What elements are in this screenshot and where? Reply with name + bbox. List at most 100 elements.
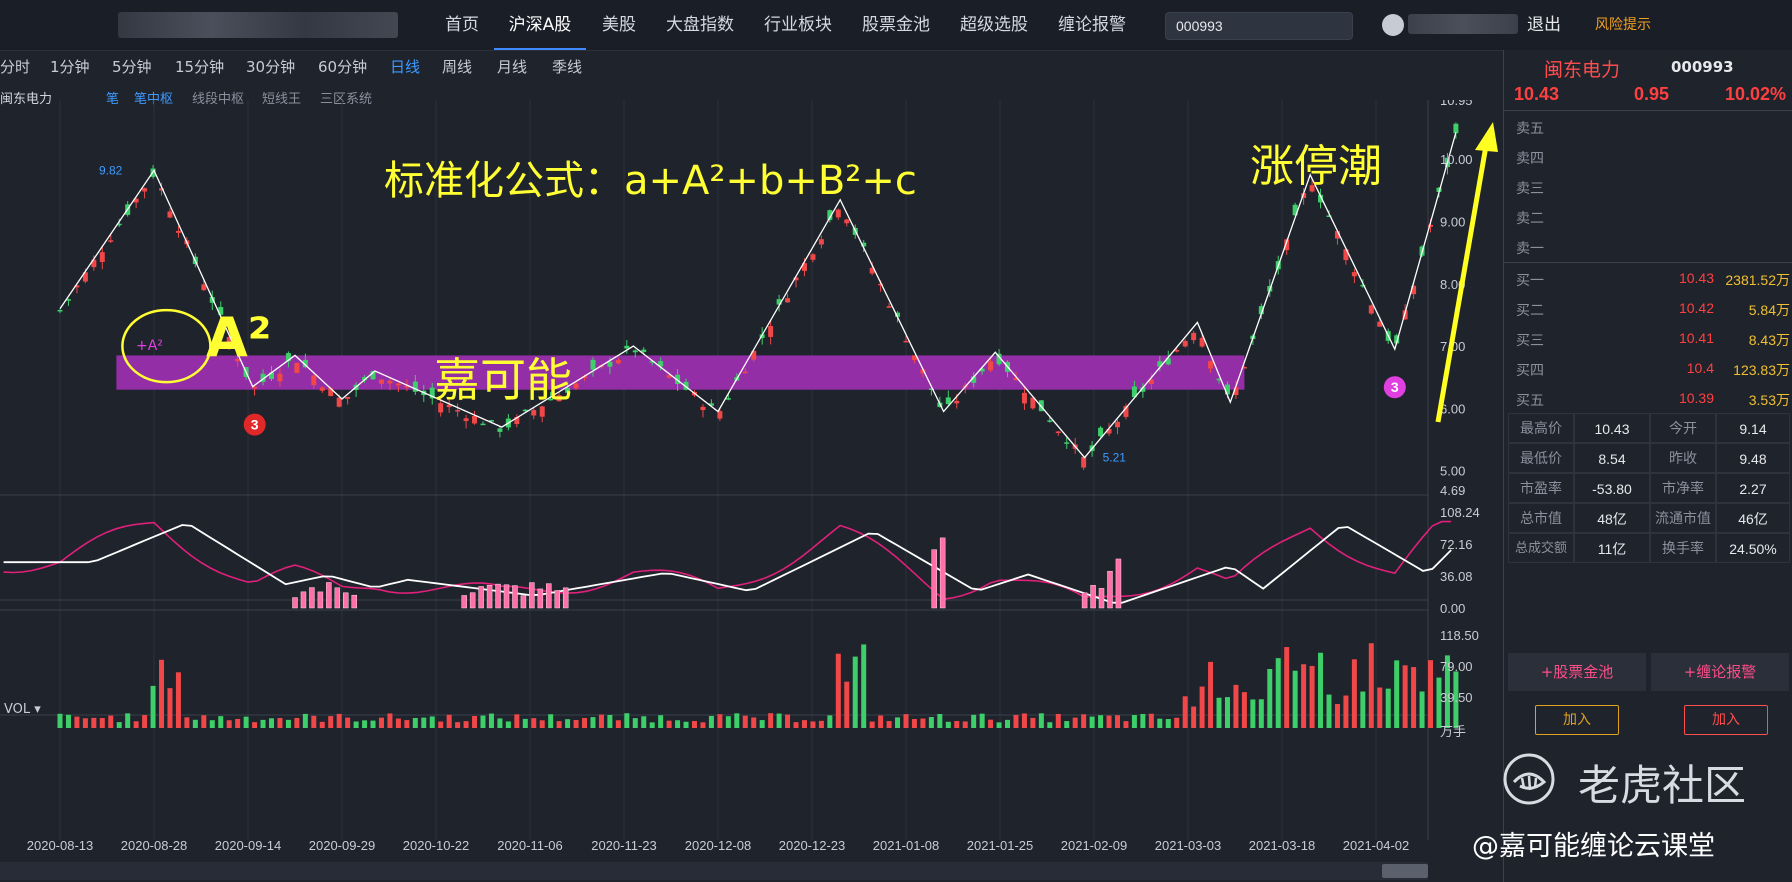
candle-body (573, 383, 579, 389)
stat-key-open: 今开 (1650, 413, 1716, 443)
volume-bar (1241, 692, 1247, 728)
kline-chart[interactable]: 10.9510.009.008.007.006.005.004.69 108.2… (0, 100, 1500, 882)
period-tab-5min[interactable]: 5分钟 (112, 56, 152, 78)
volume-bar (861, 644, 867, 728)
chart-scrollbar-track (0, 862, 1428, 880)
risk-warning-link[interactable]: 风险提示 (1595, 0, 1651, 50)
volume-bar (717, 714, 723, 728)
candle-body (294, 362, 300, 374)
volume-bar (362, 720, 368, 728)
nav-us-stocks[interactable]: 美股 (594, 0, 644, 50)
user-avatar-icon[interactable] (1382, 14, 1404, 36)
nav-super-screener[interactable]: 超级选股 (952, 0, 1036, 50)
period-tab-intraday[interactable]: 分时 (0, 56, 30, 78)
volume-bar (1081, 714, 1087, 728)
nav-market-index[interactable]: 大盘指数 (658, 0, 742, 50)
price-axis: 10.9510.009.008.007.006.005.004.69 (1440, 100, 1473, 498)
volume-bar (302, 713, 308, 728)
candle-body (108, 240, 114, 242)
volume-bar (1072, 717, 1078, 728)
period-tab-weekly[interactable]: 周线 (442, 56, 472, 78)
sell-signal-3-icon: 3 (243, 413, 266, 436)
stat-val-open: 9.14 (1716, 413, 1790, 443)
volume-bar (1267, 668, 1273, 728)
volume-bar (167, 688, 173, 728)
volume-bar (801, 720, 807, 728)
volume-bar (1013, 714, 1019, 728)
stock-search-input[interactable] (1165, 12, 1353, 40)
macd-d-line (3, 524, 1452, 604)
bid-1-volume: 2381.52万 (1725, 272, 1790, 288)
join-alert-button[interactable]: 加入 (1684, 705, 1768, 735)
add-to-stock-pool-button[interactable]: +股票金池 (1508, 653, 1646, 691)
macd-signal-bar (931, 549, 937, 609)
candle-body (844, 219, 850, 224)
macd-signal-bar (1081, 592, 1088, 609)
logout-link[interactable]: 退出 (1527, 0, 1561, 50)
site-logo[interactable] (118, 12, 398, 38)
volume-bar (1284, 647, 1290, 728)
zhongshu-box (116, 355, 1245, 390)
price-tick-label: 9.00 (1440, 214, 1465, 229)
volume-bar (988, 719, 994, 728)
nav-industry-sector[interactable]: 行业板块 (756, 0, 840, 50)
period-tab-daily[interactable]: 日线 (390, 56, 420, 78)
volume-bar (455, 722, 461, 728)
nav-hs-a-shares[interactable]: 沪深A股 (494, 0, 586, 50)
jiakeneng-annotation: 嘉可能 (434, 353, 572, 407)
period-tab-quarterly[interactable]: 季线 (552, 56, 582, 78)
volume-bar (277, 717, 283, 728)
ask-1-label: 卖一 (1516, 241, 1544, 257)
volume-bar (776, 713, 782, 728)
volume-bar (911, 719, 917, 728)
low-price-label: 5.21 (1103, 451, 1127, 465)
nav-stock-pool[interactable]: 股票金池 (854, 0, 938, 50)
divider (1504, 110, 1792, 111)
macd-signal-bar (486, 584, 493, 609)
volume-bar (531, 718, 537, 728)
volume-bar (565, 719, 571, 728)
watermark-brand: 老虎社区 (1578, 761, 1747, 810)
vol-unit-label: 万手 (1440, 724, 1466, 739)
ask-2-label: 卖二 (1516, 211, 1544, 227)
period-tab-1min[interactable]: 1分钟 (50, 56, 90, 78)
volume-bar (108, 715, 114, 728)
volume-bar (370, 720, 376, 728)
quote-last-price: 10.43 (1514, 84, 1560, 104)
volume-bar (878, 715, 884, 728)
volume-bar (725, 716, 731, 728)
volume-bar (692, 720, 697, 728)
candle-body (1191, 332, 1197, 341)
period-tab-60min[interactable]: 60分钟 (318, 56, 367, 78)
candle-body (345, 396, 351, 399)
nav-home[interactable]: 首页 (434, 0, 490, 50)
quote-change: 0.95 (1634, 84, 1670, 104)
stat-key-high: 最高价 (1508, 413, 1574, 443)
volume-bar (937, 713, 943, 728)
nav-chan-alert[interactable]: 缠论报警 (1050, 0, 1134, 50)
candle-body (480, 423, 486, 426)
volume-bar (1343, 695, 1349, 728)
period-tab-30min[interactable]: 30分钟 (246, 56, 295, 78)
volume-bar (446, 714, 452, 728)
volume-bar (1191, 706, 1197, 728)
limit-up-wave-annotation: 涨停潮 (1250, 141, 1382, 192)
volume-bar (928, 717, 934, 728)
add-chan-alert-button[interactable]: +缠论报警 (1651, 653, 1789, 691)
macd-signal-bar (495, 583, 501, 609)
macd-indicator (3, 520, 1452, 609)
vol-indicator-dropdown[interactable]: VOL ▾ (4, 702, 41, 717)
volume-bar (116, 722, 122, 728)
period-tab-15min[interactable]: 15分钟 (175, 56, 224, 78)
a2-annotation: A² (206, 306, 272, 369)
date-tick-label: 2021-03-03 (1155, 838, 1222, 853)
macd-tick-label: 0.00 (1440, 601, 1465, 616)
volume-bar (886, 721, 892, 728)
vol-tick-label: 39.50 (1440, 690, 1473, 705)
volume-bar (548, 714, 554, 728)
candle-body (57, 309, 63, 312)
volume-bar (353, 721, 359, 728)
volume-bar (1216, 697, 1222, 728)
period-tab-monthly[interactable]: 月线 (497, 56, 527, 78)
join-pool-button[interactable]: 加入 (1535, 705, 1619, 735)
